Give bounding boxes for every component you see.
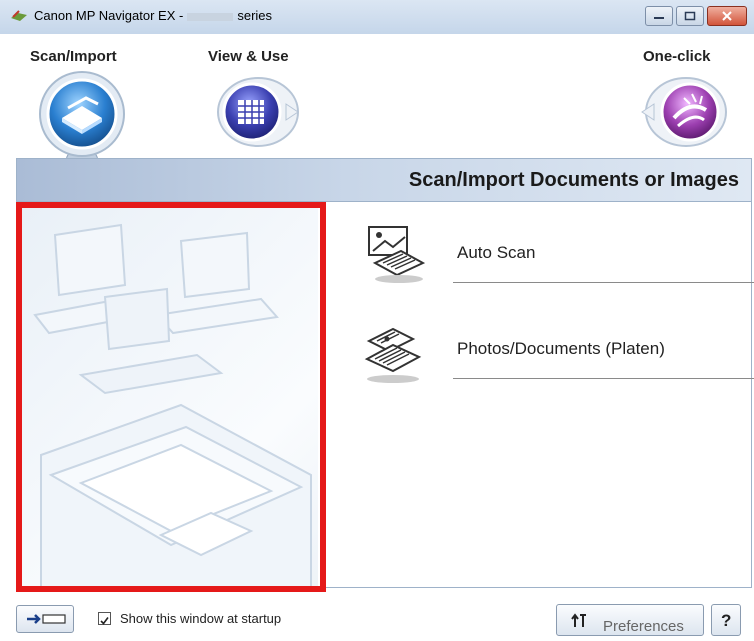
panel-title: Scan/Import Documents or Images xyxy=(408,169,739,191)
mode-label-scan-import: Scan/Import xyxy=(30,48,117,65)
auto-scan-label: Auto Scan xyxy=(457,243,536,262)
mode-button-view-use[interactable] xyxy=(214,72,300,152)
auto-scan-icon xyxy=(368,226,425,283)
minimize-button[interactable] xyxy=(645,6,673,26)
grid-view-icon xyxy=(238,100,264,124)
auto-scan-option[interactable]: Auto Scan xyxy=(361,223,754,283)
mode-label-view-use: View & Use xyxy=(208,48,289,65)
app-icon xyxy=(11,10,27,21)
maximize-button[interactable] xyxy=(676,6,704,26)
main-window: Canon MP Navigator EX - series Scan/Impor… xyxy=(0,0,754,641)
photos-documents-platen-option[interactable]: Photos/Documents (Platen) xyxy=(361,319,754,383)
divider xyxy=(453,378,754,379)
mode-label-one-click: One-click xyxy=(643,48,711,65)
minimize-icon xyxy=(654,17,664,19)
preferences-label: Preferences xyxy=(603,618,684,635)
checkmark-icon xyxy=(100,617,109,625)
footer-bar: Show this window at startup Preferences … xyxy=(0,596,754,641)
switch-window-button[interactable] xyxy=(16,605,74,633)
show-at-startup-checkbox[interactable] xyxy=(98,612,111,625)
mode-toolbar: Scan/Import View & Use One-click xyxy=(0,34,754,192)
photos-documents-platen-label: Photos/Documents (Platen) xyxy=(457,339,665,358)
show-at-startup-label: Show this window at startup xyxy=(120,611,282,626)
preferences-icon xyxy=(571,613,586,627)
platen-scan-icon xyxy=(364,327,422,383)
divider xyxy=(453,282,754,283)
help-label: ? xyxy=(721,611,732,630)
highlight-frame xyxy=(16,202,326,592)
panel-header: Scan/Import Documents or Images xyxy=(17,159,751,202)
window-title: Canon MP Navigator EX - series xyxy=(34,8,273,23)
maximize-icon xyxy=(684,11,696,21)
preferences-button[interactable]: Preferences xyxy=(556,604,704,636)
close-icon xyxy=(722,11,732,21)
close-button[interactable] xyxy=(707,6,747,26)
model-name-redacted xyxy=(187,12,234,21)
title-bar: Canon MP Navigator EX - series xyxy=(0,0,754,35)
mode-button-one-click[interactable] xyxy=(636,72,728,152)
arrow-right-icon xyxy=(27,614,66,624)
help-button[interactable]: ? xyxy=(711,604,741,636)
